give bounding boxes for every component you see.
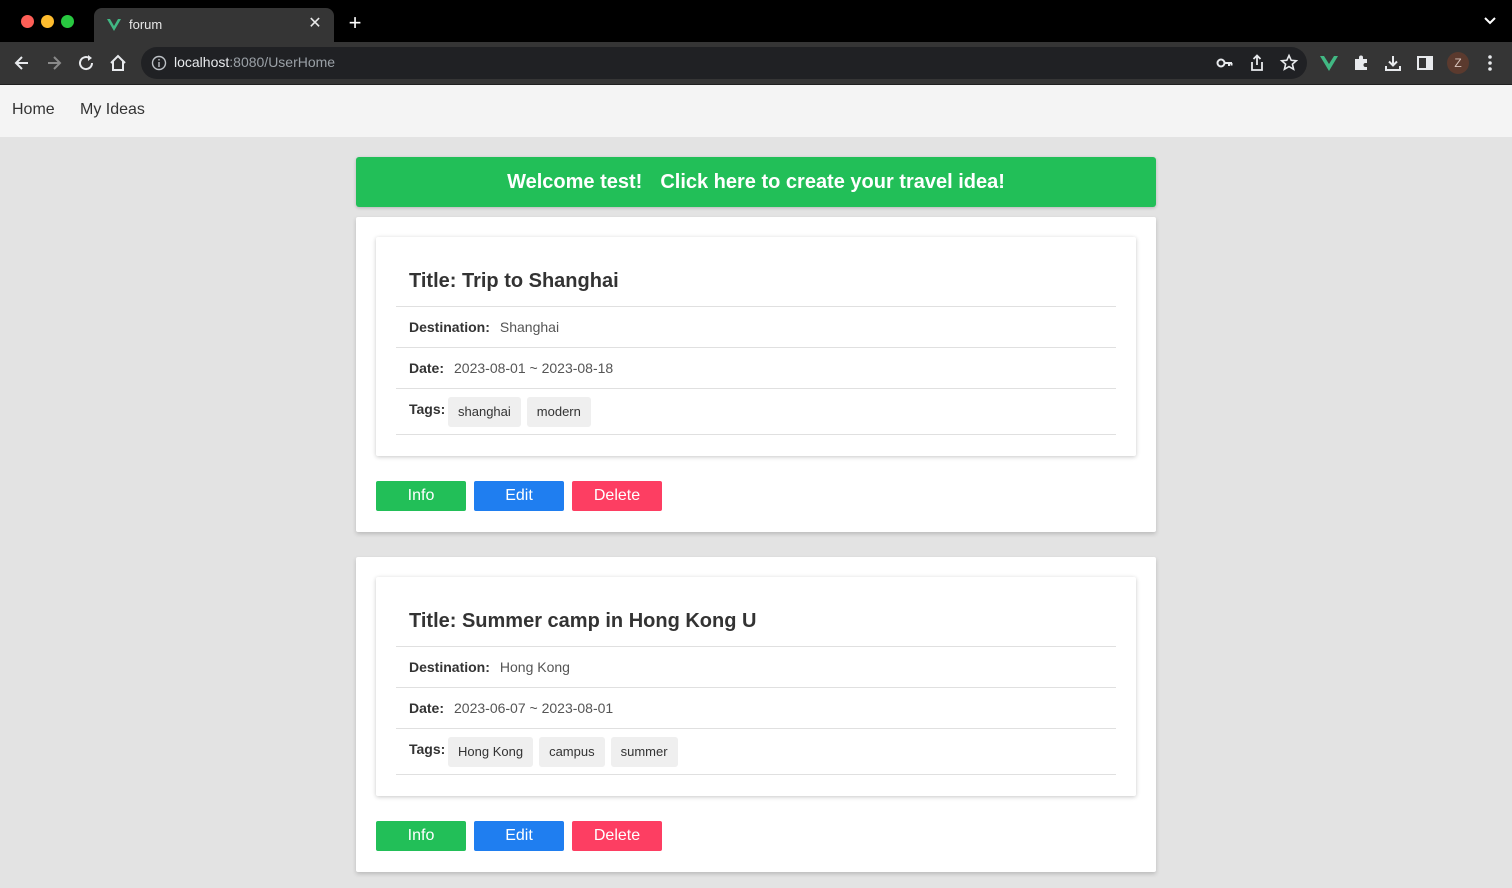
tags-list: Hong Kong campus summer [448, 737, 678, 767]
destination-value: Shanghai [499, 319, 560, 335]
site-info-icon[interactable] [151, 55, 167, 71]
tab-title: forum [129, 17, 163, 32]
tab-search-chevron-icon[interactable] [1482, 13, 1498, 29]
vue-logo-icon [107, 19, 121, 31]
divider [396, 728, 1116, 729]
info-button[interactable]: Info [376, 481, 466, 511]
back-arrow-icon[interactable] [12, 53, 32, 73]
url-host: localhost [174, 54, 230, 70]
idea-details: Title: Trip to Shanghai Destination: Shan… [376, 237, 1136, 456]
edit-button[interactable]: Edit [474, 481, 564, 511]
url-text: localhost:8080/UserHome [174, 54, 335, 70]
destination-label: Destination: [409, 319, 490, 335]
vue-devtools-icon[interactable] [1319, 53, 1339, 73]
divider [396, 774, 1116, 775]
idea-title: Title: Trip to Shanghai [409, 270, 619, 292]
date-value: 2023-08-01 ~ 2023-08-18 [454, 360, 614, 376]
browser-tab[interactable]: forum ✕ [94, 8, 334, 42]
browser-toolbar: localhost:8080/UserHome Z [0, 42, 1512, 85]
address-bar[interactable]: localhost:8080/UserHome [141, 47, 1307, 79]
browser-tab-bar: forum ✕ + [0, 0, 1512, 42]
create-idea-link[interactable]: Click here to create your travel idea! [660, 171, 1005, 193]
destination-label: Destination: [409, 659, 490, 675]
tag-chip: Hong Kong [448, 737, 534, 767]
date-label: Date: [409, 360, 445, 376]
date-row: Date: 2023-08-01 ~ 2023-08-18 [409, 360, 613, 376]
delete-button[interactable]: Delete [572, 821, 662, 851]
divider [396, 347, 1116, 348]
maximize-window-button[interactable] [61, 15, 74, 28]
divider [396, 388, 1116, 389]
delete-button[interactable]: Delete [572, 481, 662, 511]
date-value: 2023-06-07 ~ 2023-08-01 [454, 700, 614, 716]
reload-icon[interactable] [76, 53, 96, 73]
divider [396, 306, 1116, 307]
idea-card: Title: Summer camp in Hong Kong U Destin… [356, 557, 1156, 872]
url-path: :8080/UserHome [229, 54, 336, 70]
side-panel-icon[interactable] [1415, 53, 1435, 73]
tag-chip: summer [610, 737, 678, 767]
tags-label: Tags: [409, 741, 446, 757]
idea-title: Title: Summer camp in Hong Kong U [409, 610, 757, 632]
divider [396, 646, 1116, 647]
idea-details: Title: Summer camp in Hong Kong U Destin… [376, 577, 1136, 796]
idea-card: Title: Trip to Shanghai Destination: Shan… [356, 217, 1156, 532]
forward-arrow-icon[interactable] [44, 53, 64, 73]
destination-value: Hong Kong [499, 659, 570, 675]
app-navbar: Home My Ideas [0, 85, 1512, 137]
extensions-puzzle-icon[interactable] [1351, 53, 1371, 73]
bookmark-star-icon[interactable] [1279, 53, 1299, 73]
close-window-button[interactable] [21, 15, 34, 28]
info-button[interactable]: Info [376, 821, 466, 851]
tags-list: shanghai modern [448, 397, 591, 427]
download-icon[interactable] [1383, 53, 1403, 73]
main-content: Welcome test! Click here to create your t… [0, 137, 1512, 888]
share-icon[interactable] [1247, 53, 1267, 73]
tag-chip: shanghai [448, 397, 521, 427]
minimize-window-button[interactable] [41, 15, 54, 28]
create-idea-banner[interactable]: Welcome test! Click here to create your t… [356, 157, 1156, 207]
nav-home-link[interactable]: Home [12, 101, 55, 119]
tags-label: Tags: [409, 401, 446, 417]
tag-chip: campus [539, 737, 605, 767]
nav-my-ideas-link[interactable]: My Ideas [80, 101, 145, 119]
destination-row: Destination: Hong Kong [409, 659, 570, 675]
tab-close-icon[interactable]: ✕ [306, 15, 324, 33]
home-icon[interactable] [108, 53, 128, 73]
edit-button[interactable]: Edit [474, 821, 564, 851]
date-row: Date: 2023-06-07 ~ 2023-08-01 [409, 700, 613, 716]
destination-row: Destination: Shanghai [409, 319, 559, 335]
new-tab-plus-icon[interactable]: + [344, 12, 366, 34]
divider [396, 687, 1116, 688]
tag-chip: modern [526, 397, 591, 427]
key-icon[interactable] [1215, 53, 1235, 73]
date-label: Date: [409, 700, 445, 716]
menu-kebab-icon[interactable] [1480, 53, 1500, 73]
welcome-text: Welcome test! [507, 171, 643, 193]
divider [396, 434, 1116, 435]
profile-avatar[interactable]: Z [1447, 52, 1469, 74]
